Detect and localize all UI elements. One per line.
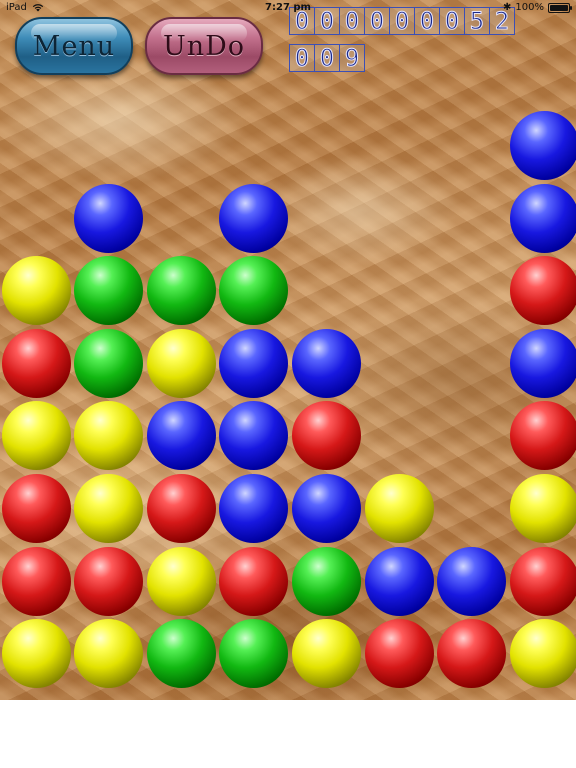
yellow-ball[interactable]	[364, 474, 434, 543]
undo-button-label: UnDo	[162, 30, 246, 62]
moves-digit: 0	[314, 44, 340, 73]
green-ball[interactable]	[291, 546, 361, 616]
moves-digit: 9	[339, 44, 365, 73]
red-ball[interactable]	[437, 619, 507, 689]
green-ball[interactable]	[74, 328, 144, 398]
menu-button[interactable]: Menu	[15, 17, 133, 75]
red-ball[interactable]	[219, 546, 289, 616]
green-ball[interactable]	[146, 619, 216, 689]
blue-ball[interactable]	[219, 474, 289, 543]
yellow-ball[interactable]	[146, 546, 216, 616]
yellow-ball[interactable]	[1, 256, 71, 326]
yellow-ball[interactable]	[291, 619, 361, 689]
blue-ball[interactable]	[509, 328, 576, 398]
blue-ball[interactable]	[219, 183, 289, 253]
blue-ball[interactable]	[364, 546, 434, 616]
menu-button-label: Menu	[32, 30, 116, 62]
blue-ball[interactable]	[509, 111, 576, 180]
moves-counter: 0 0 9	[289, 44, 365, 73]
bluetooth-icon: ✱	[503, 2, 512, 13]
game-screen: iPad 7:27 pm ✱ 100% Menu UnDo 0 0 0 0 0 …	[0, 0, 576, 768]
red-ball[interactable]	[1, 328, 71, 398]
green-ball[interactable]	[74, 256, 144, 326]
red-ball[interactable]	[74, 546, 144, 616]
red-ball[interactable]	[1, 474, 71, 543]
yellow-ball[interactable]	[509, 474, 576, 543]
blue-ball[interactable]	[509, 183, 576, 253]
status-time: 7:27 pm	[265, 2, 311, 13]
status-bar-right: ✱ 100%	[503, 2, 572, 13]
undo-button[interactable]: UnDo	[145, 17, 263, 75]
red-ball[interactable]	[509, 256, 576, 326]
blue-ball[interactable]	[291, 474, 361, 543]
battery-icon	[548, 2, 572, 13]
ball-grid	[0, 0, 576, 700]
yellow-ball[interactable]	[74, 474, 144, 543]
battery-percent: 100%	[515, 2, 544, 13]
red-ball[interactable]	[146, 474, 216, 543]
yellow-ball[interactable]	[146, 328, 216, 398]
green-ball[interactable]	[146, 256, 216, 326]
red-ball[interactable]	[291, 401, 361, 471]
yellow-ball[interactable]	[74, 619, 144, 689]
green-ball[interactable]	[219, 256, 289, 326]
green-ball[interactable]	[219, 619, 289, 689]
yellow-ball[interactable]	[74, 401, 144, 471]
red-ball[interactable]	[509, 401, 576, 471]
blue-ball[interactable]	[437, 546, 507, 616]
blue-ball[interactable]	[219, 328, 289, 398]
status-bar: iPad 7:27 pm ✱ 100%	[0, 0, 576, 16]
yellow-ball[interactable]	[1, 619, 71, 689]
yellow-ball[interactable]	[1, 401, 71, 471]
moves-digit: 0	[289, 44, 315, 73]
red-ball[interactable]	[1, 546, 71, 616]
red-ball[interactable]	[364, 619, 434, 689]
red-ball[interactable]	[509, 546, 576, 616]
blue-ball[interactable]	[146, 401, 216, 471]
blue-ball[interactable]	[74, 183, 144, 253]
blue-ball[interactable]	[219, 401, 289, 471]
yellow-ball[interactable]	[509, 619, 576, 689]
blue-ball[interactable]	[291, 328, 361, 398]
bottom-blank-area	[0, 700, 576, 768]
